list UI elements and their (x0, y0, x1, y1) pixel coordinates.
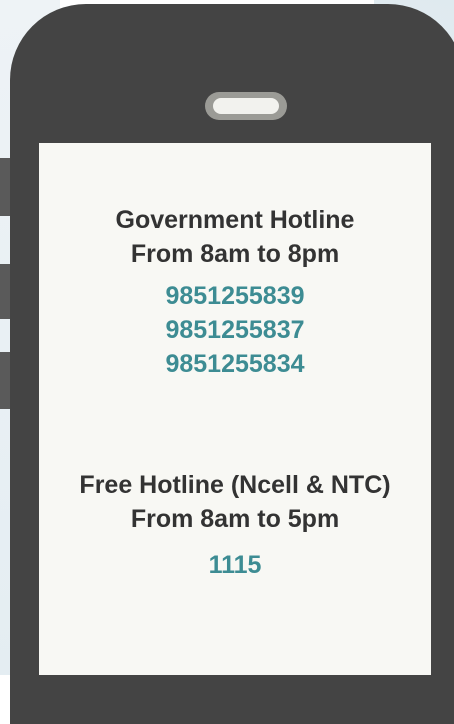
free-hotline-section: Free Hotline (Ncell & NTC) From 8am to 5… (39, 468, 431, 582)
government-hotline-title: Government Hotline (115, 206, 355, 234)
free-hotline-hours: From 8am to 5pm (130, 505, 340, 533)
free-hotline-numbers: 1115 (39, 548, 431, 582)
government-hotline-numbers: 9851255839 9851255837 9851255834 (39, 279, 431, 381)
hotline-number-3[interactable]: 9851255834 (39, 347, 431, 381)
government-hotline-section: Government Hotline From 8am to 8pm 98512… (39, 203, 431, 381)
free-hotline-title: Free Hotline (Ncell & NTC) (79, 471, 391, 499)
phone-speaker-icon (205, 92, 287, 120)
hotline-number-2[interactable]: 9851255837 (39, 313, 431, 347)
phone-screen: Government Hotline From 8am to 8pm 98512… (39, 143, 431, 675)
free-hotline-number[interactable]: 1115 (39, 548, 431, 582)
hotline-number-1[interactable]: 9851255839 (39, 279, 431, 313)
government-hotline-hours: From 8am to 8pm (130, 240, 340, 268)
